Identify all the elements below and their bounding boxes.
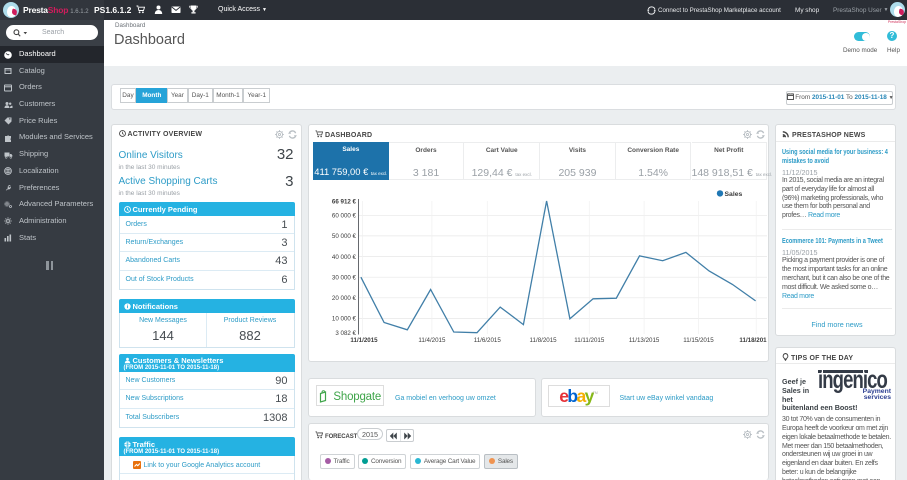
svg-text:60 000 €: 60 000 € (332, 213, 357, 220)
svg-text:66 912 €: 66 912 € (332, 198, 357, 205)
svg-text:11/15/2015: 11/15/2015 (683, 337, 714, 344)
svg-text:20 000 €: 20 000 € (332, 295, 357, 302)
svg-text:10 000 €: 10 000 € (332, 316, 357, 323)
svg-text:11/18/201: 11/18/201 (739, 337, 767, 344)
svg-text:40 000 €: 40 000 € (332, 254, 357, 261)
svg-text:30 000 €: 30 000 € (332, 275, 357, 282)
svg-text:11/13/2015: 11/13/2015 (629, 337, 660, 344)
svg-text:11/4/2015: 11/4/2015 (418, 337, 446, 344)
svg-text:Sales: Sales (725, 191, 743, 198)
svg-text:50 000 €: 50 000 € (332, 233, 357, 240)
svg-text:11/6/2015: 11/6/2015 (474, 337, 502, 344)
svg-text:11/8/2015: 11/8/2015 (530, 337, 558, 344)
svg-text:11/11/2015: 11/11/2015 (574, 337, 605, 344)
svg-text:11/1/2015: 11/1/2015 (350, 337, 378, 344)
svg-text:3 082 €: 3 082 € (335, 330, 356, 337)
